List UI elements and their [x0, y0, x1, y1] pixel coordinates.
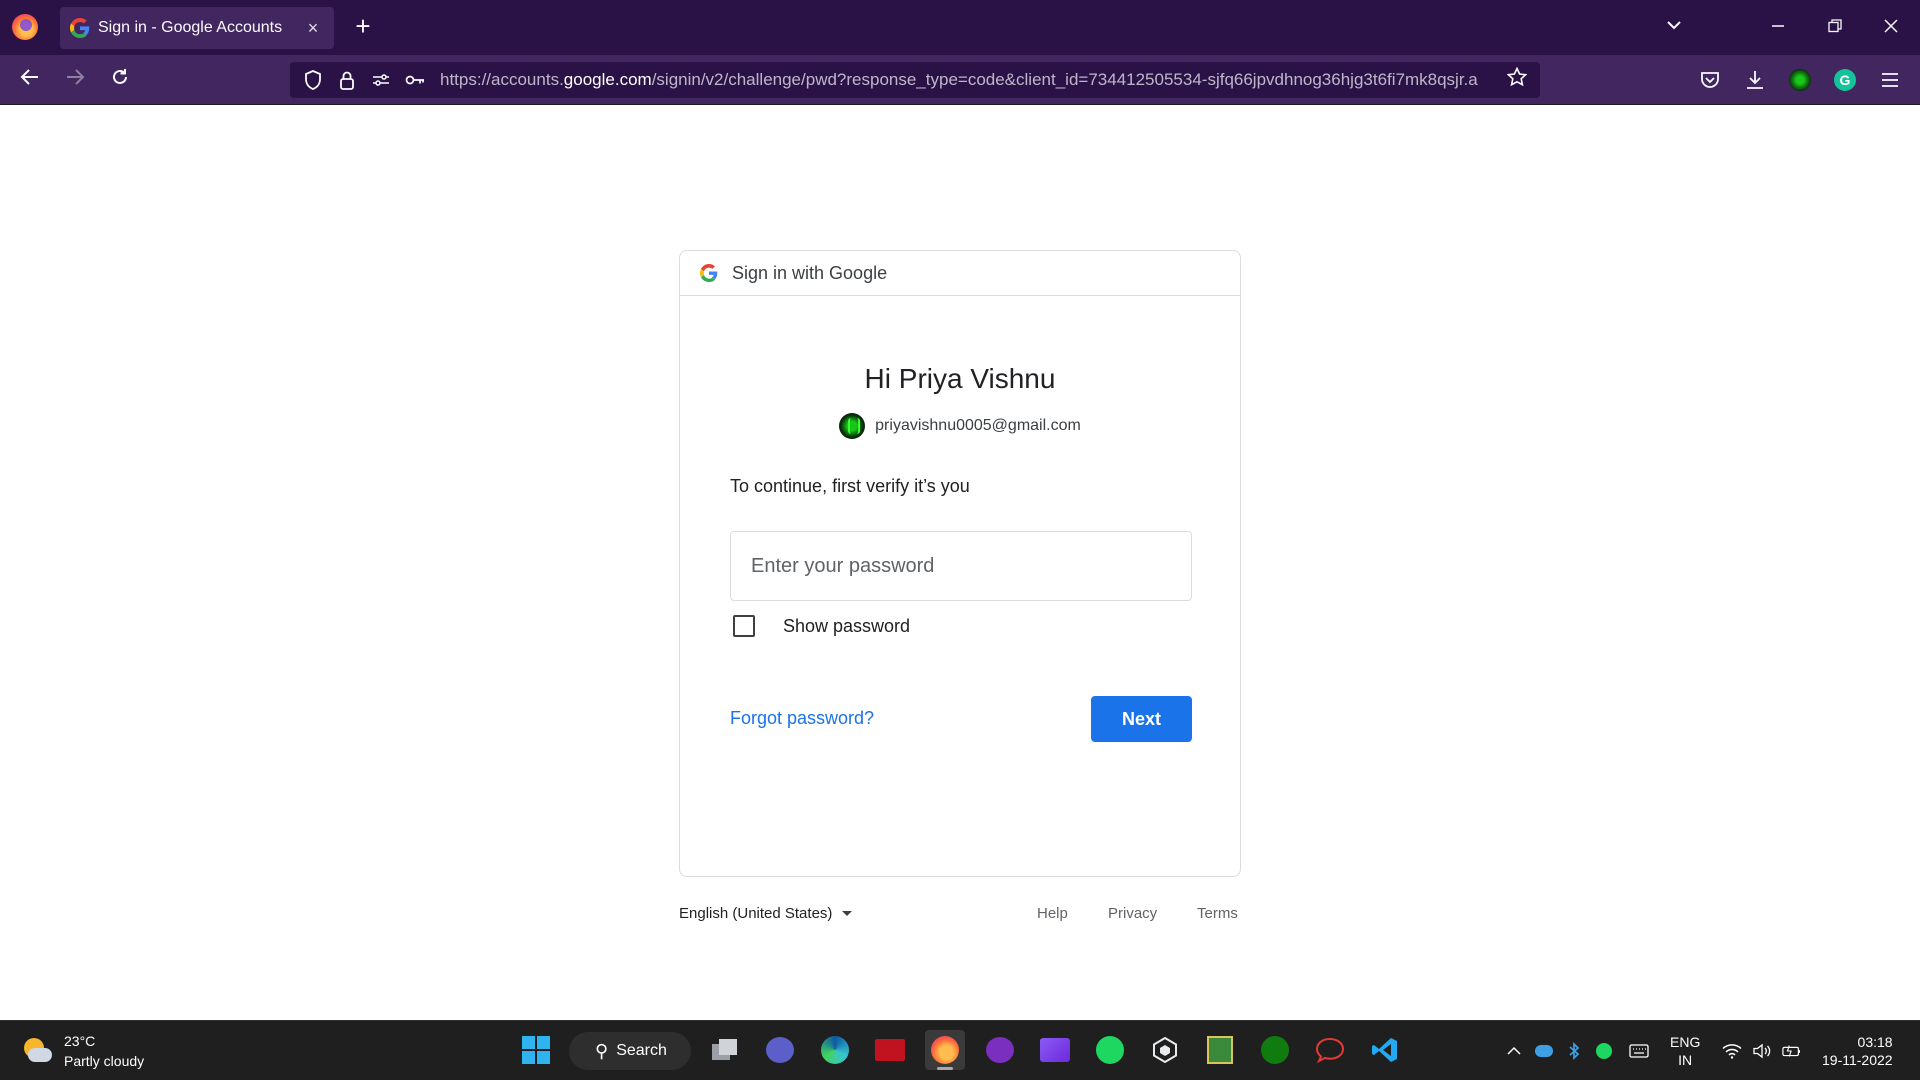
verify-instruction: To continue, first verify it’s you: [730, 476, 970, 496]
firefox-logo-icon[interactable]: [12, 14, 38, 40]
card-header-title: Sign in with Google: [732, 262, 888, 283]
weather-temp: 23°C: [64, 1033, 96, 1049]
back-arrow-icon[interactable]: [13, 63, 47, 97]
tracking-protection-shield-icon[interactable]: [300, 67, 326, 93]
taskbar: 23°C Partly cloudy ⚲ Search ENG IN 03:18…: [0, 1020, 1920, 1080]
windows-start-icon[interactable]: [516, 1030, 556, 1070]
tab-title: Sign in - Google Accounts: [98, 19, 283, 36]
unity-hub-icon[interactable]: [1145, 1030, 1185, 1070]
url-prefix: https://accounts.: [440, 70, 564, 89]
browser-tab-bar: Sign in - Google Accounts × +: [0, 0, 1920, 55]
bluetooth-icon[interactable]: [1564, 1041, 1584, 1061]
xbox-icon[interactable]: [1255, 1030, 1295, 1070]
language-indicator-line1: ENG: [1670, 1034, 1701, 1050]
partly-cloudy-icon: [20, 1034, 54, 1068]
battery-charging-icon[interactable]: [1782, 1041, 1802, 1061]
account-email: priyavishnu0005@gmail.com: [875, 417, 1081, 434]
forgot-password-link[interactable]: Forgot password?: [730, 708, 874, 729]
permissions-icon[interactable]: [368, 67, 394, 93]
avatar: [839, 413, 866, 439]
language-label: English (United States): [679, 905, 833, 922]
spotify-icon[interactable]: [1090, 1030, 1130, 1070]
onedrive-sync-icon[interactable]: [1534, 1041, 1554, 1061]
show-password-label[interactable]: Show password: [783, 616, 910, 637]
reload-icon[interactable]: [103, 63, 137, 97]
language-selector[interactable]: English (United States): [679, 905, 853, 922]
language-indicator-line2: IN: [1678, 1052, 1693, 1068]
photo-editor-icon[interactable]: [1200, 1030, 1240, 1070]
spotify-tray-icon[interactable]: [1594, 1041, 1614, 1061]
clock-date: 19-11-2022: [1822, 1052, 1893, 1068]
language-indicator[interactable]: ENG IN: [1670, 1033, 1700, 1069]
pocket-icon[interactable]: [1697, 67, 1723, 93]
show-password-checkbox[interactable]: [733, 615, 755, 637]
list-all-tabs-icon[interactable]: [1654, 10, 1694, 44]
new-tab-button[interactable]: +: [348, 11, 378, 41]
teams-chat-icon[interactable]: [760, 1030, 800, 1070]
red-app-icon[interactable]: [870, 1030, 910, 1070]
url-text[interactable]: https://accounts.google.com/signin/v2/ch…: [440, 70, 1504, 90]
clock-time: 03:18: [1857, 1034, 1893, 1050]
close-window-icon[interactable]: [1871, 10, 1911, 44]
weather-desc: Partly cloudy: [64, 1053, 145, 1069]
key-icon[interactable]: [402, 67, 428, 93]
forward-arrow-icon[interactable]: [58, 63, 92, 97]
minimize-icon[interactable]: [1758, 10, 1798, 44]
browser-nav-bar: https://accounts.google.com/signin/v2/ch…: [0, 55, 1920, 105]
purple-mask-app-icon[interactable]: [980, 1030, 1020, 1070]
profile-avatar-icon[interactable]: [1787, 67, 1813, 93]
edge-browser-icon[interactable]: [815, 1030, 855, 1070]
url-path: /signin/v2/challenge/pwd?response_type=c…: [651, 70, 1478, 89]
greeting-heading: Hi Priya Vishnu: [864, 363, 1056, 394]
show-password-toggle[interactable]: Show password: [733, 615, 910, 637]
caret-down-icon: [842, 911, 853, 916]
next-button[interactable]: Next: [1091, 696, 1192, 742]
google-g-icon: [70, 18, 90, 38]
downloads-icon[interactable]: [1742, 67, 1768, 93]
volume-icon[interactable]: [1752, 1041, 1772, 1061]
hamburger-menu-icon[interactable]: [1877, 67, 1903, 93]
restore-icon[interactable]: [1815, 10, 1855, 44]
keyboard-icon[interactable]: [1629, 1041, 1649, 1061]
tab-close-icon[interactable]: ×: [302, 17, 324, 39]
bookmark-star-icon[interactable]: [1504, 66, 1530, 93]
help-link[interactable]: Help: [1037, 905, 1068, 922]
privacy-link[interactable]: Privacy: [1108, 905, 1157, 922]
url-domain: google.com: [563, 70, 652, 89]
search-icon: ⚲: [595, 1040, 609, 1061]
account-chip[interactable]: priyavishnu0005@gmail.com: [680, 413, 1240, 439]
address-bar[interactable]: https://accounts.google.com/signin/v2/ch…: [290, 62, 1540, 98]
lock-icon[interactable]: [334, 67, 360, 93]
taskbar-search[interactable]: ⚲ Search: [569, 1032, 691, 1070]
clipchamp-icon[interactable]: [1035, 1030, 1075, 1070]
terms-link[interactable]: Terms: [1197, 905, 1238, 922]
google-g-icon: [700, 264, 718, 282]
tab-google-signin[interactable]: Sign in - Google Accounts ×: [60, 7, 334, 49]
signin-card: Sign in with Google Hi Priya Vishnu priy…: [679, 250, 1241, 877]
taskbar-search-label: Search: [616, 1042, 667, 1059]
password-input[interactable]: [751, 532, 1171, 600]
wifi-icon[interactable]: [1722, 1041, 1742, 1061]
card-header: Sign in with Google: [680, 251, 1240, 296]
vscode-icon[interactable]: [1365, 1030, 1405, 1070]
chevron-up-icon[interactable]: [1504, 1041, 1524, 1061]
weather-widget[interactable]: 23°C Partly cloudy: [20, 1031, 144, 1071]
system-clock[interactable]: 03:18 19-11-2022: [1822, 1033, 1893, 1069]
firefox-taskbar-icon[interactable]: [925, 1030, 965, 1070]
task-view-icon[interactable]: [705, 1030, 745, 1070]
chat-bubble-app-icon[interactable]: [1310, 1030, 1350, 1070]
grammarly-extension-icon[interactable]: G: [1832, 67, 1858, 93]
password-field[interactable]: [730, 531, 1192, 601]
page-footer: English (United States) Help Privacy Ter…: [679, 905, 1241, 929]
